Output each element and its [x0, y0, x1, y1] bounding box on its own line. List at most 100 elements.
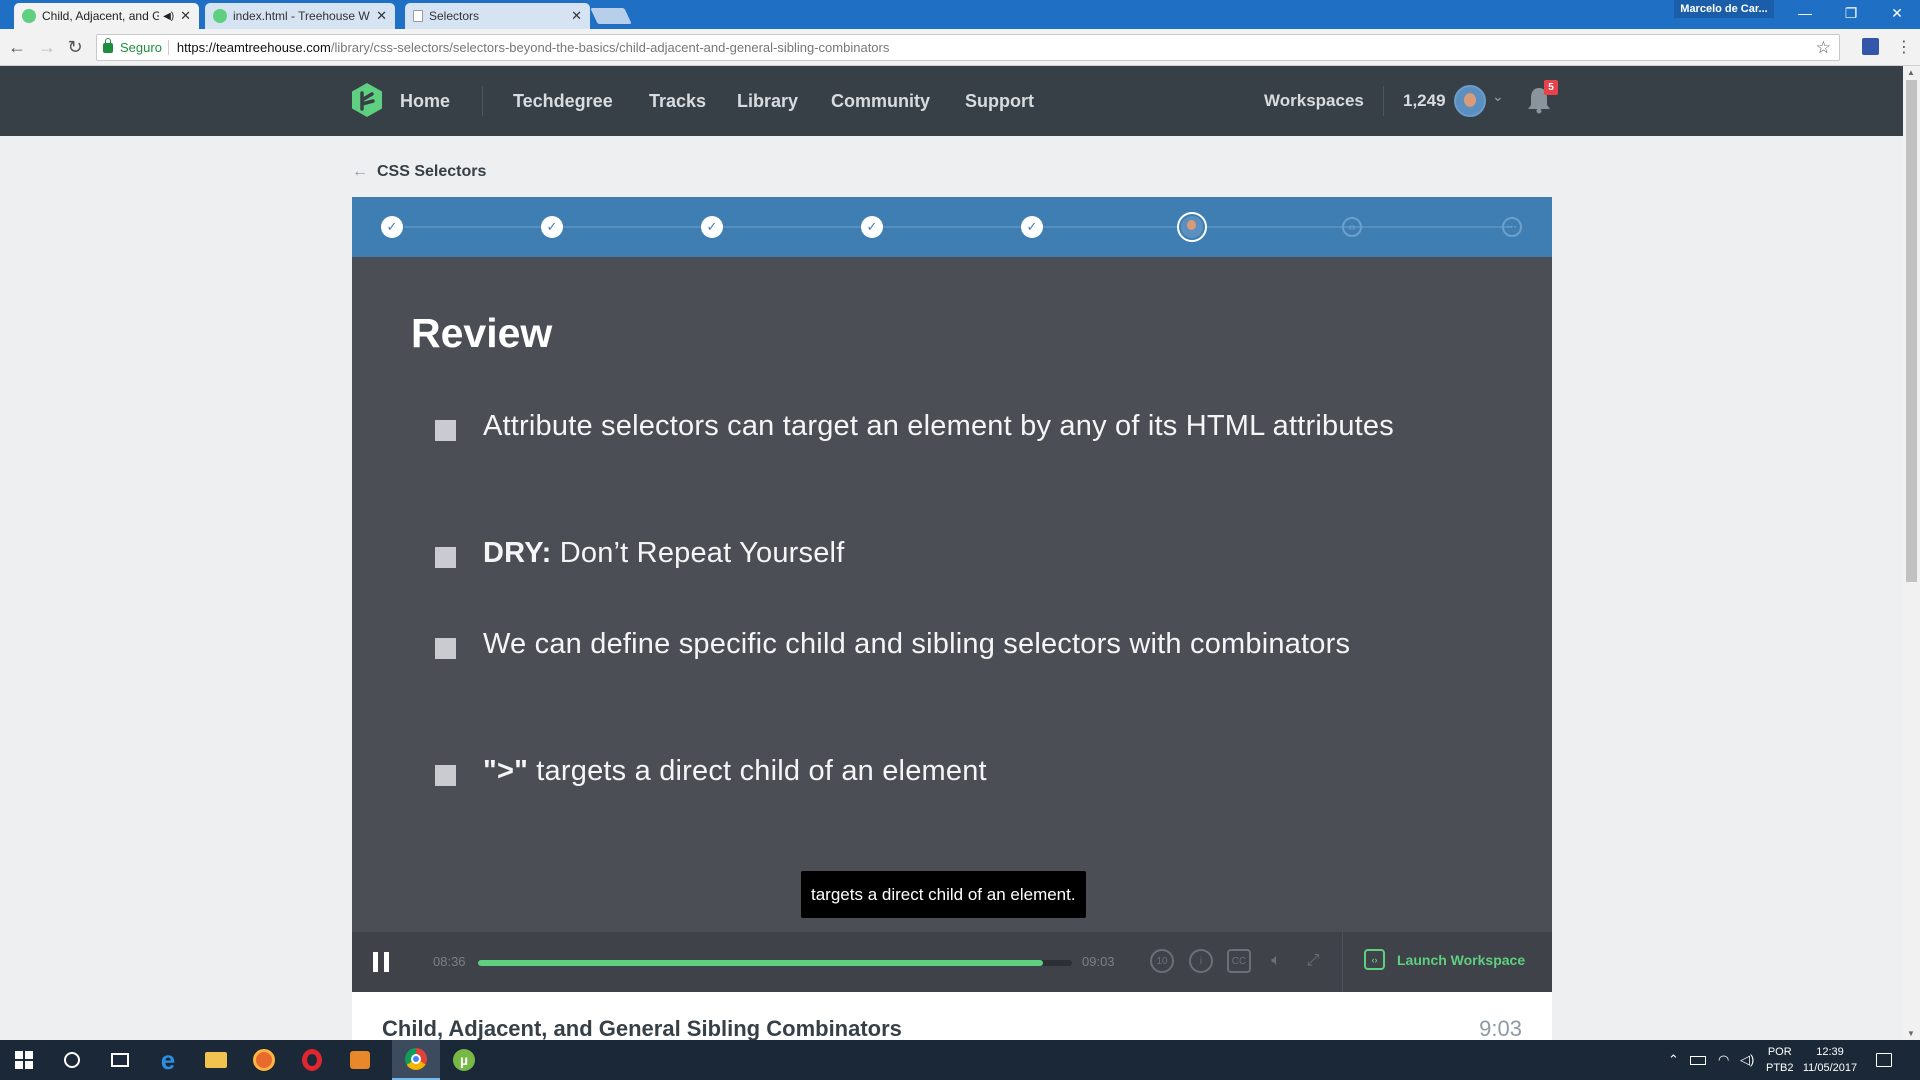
secure-label: Seguro: [120, 40, 162, 55]
chevron-down-icon[interactable]: ⌄: [1492, 88, 1504, 105]
minimize-icon[interactable]: —: [1782, 0, 1828, 26]
tab-close-icon[interactable]: ✕: [376, 8, 387, 24]
wifi-icon[interactable]: ◠: [1718, 1040, 1729, 1080]
language-primary: POR: [1767, 1046, 1792, 1058]
points-count[interactable]: 1,249: [1403, 66, 1446, 136]
firefox-icon[interactable]: [240, 1040, 288, 1080]
bullet-square-icon: [435, 765, 456, 786]
back-icon[interactable]: ←: [6, 36, 28, 58]
nav-workspaces[interactable]: Workspaces: [1264, 66, 1364, 136]
course-step-progress: ✓ ✓ ✓ ✓ ✓ ‹› ···: [352, 197, 1552, 257]
reload-icon[interactable]: ↻: [64, 36, 86, 58]
nav-tracks[interactable]: Tracks: [649, 66, 706, 136]
bullet-text: Attribute selectors can target an elemen…: [483, 410, 1394, 442]
task-view-icon[interactable]: [96, 1040, 144, 1080]
nav-techdegree[interactable]: Techdegree: [513, 66, 613, 136]
bullet-text: ">" targets a direct child of an element: [483, 755, 987, 787]
slide-title: Review: [411, 310, 553, 356]
extension-icon[interactable]: [1862, 38, 1879, 55]
windows-start-icon[interactable]: [0, 1040, 48, 1080]
treehouse-logo-icon[interactable]: [352, 83, 382, 117]
browser-titlebar: Child, Adjacent, and G ◀) ✕ index.html -…: [0, 0, 1920, 29]
step-3-complete[interactable]: ✓: [701, 216, 723, 238]
browser-menu-icon[interactable]: ⋮: [1896, 37, 1912, 57]
clock-date: 11/05/2017: [1802, 1062, 1858, 1074]
file-explorer-icon[interactable]: [192, 1040, 240, 1080]
tray-chevron-icon[interactable]: ⌃: [1668, 1040, 1679, 1080]
search-icon[interactable]: [48, 1040, 96, 1080]
video-player[interactable]: ✓ ✓ ✓ ✓ ✓ ‹› ··· Review Attribute select…: [352, 197, 1552, 992]
tab-close-icon[interactable]: ✕: [180, 8, 191, 24]
tab-title: index.html - Treehouse W: [233, 9, 370, 23]
rewind-10-icon[interactable]: 10: [1150, 949, 1174, 973]
tab-child-adjacent[interactable]: Child, Adjacent, and G ◀) ✕: [14, 3, 199, 29]
avatar[interactable]: [1454, 85, 1486, 117]
seek-bar-fill: [478, 960, 1043, 966]
language-secondary: PTB2: [1766, 1062, 1794, 1074]
closed-captions-icon[interactable]: CC: [1227, 949, 1251, 973]
close-window-icon[interactable]: ✕: [1874, 0, 1920, 26]
bullet-square-icon: [435, 638, 456, 659]
site-header: Home Techdegree Tracks Library Community…: [0, 66, 1903, 136]
nav-support[interactable]: Support: [965, 66, 1034, 136]
step-4-complete[interactable]: ✓: [861, 216, 883, 238]
step-7-workspace[interactable]: ‹›: [1342, 217, 1362, 237]
language-indicator[interactable]: POR PTB2: [1766, 1040, 1794, 1080]
nav-home[interactable]: Home: [400, 66, 450, 136]
bullet-text: DRY: Don’t Repeat Yourself: [483, 537, 845, 569]
page-favicon-icon: [413, 10, 423, 22]
action-center-icon[interactable]: [1876, 1040, 1892, 1080]
info-icon[interactable]: i: [1189, 949, 1213, 973]
seek-bar[interactable]: [478, 960, 1072, 966]
bullet-square-icon: [435, 420, 456, 441]
restore-icon[interactable]: ❐: [1828, 0, 1874, 26]
new-tab-button[interactable]: [590, 8, 632, 24]
scroll-up-icon[interactable]: ▲: [1907, 68, 1915, 77]
player-controls: 08:36 09:03 10 i CC 🔈︎ ⤢ ‹› Launch Works…: [352, 932, 1552, 992]
nav-divider: [1383, 86, 1384, 116]
profile-button[interactable]: Marcelo de Car...: [1674, 0, 1774, 18]
battery-icon[interactable]: [1690, 1040, 1706, 1080]
video-caption: targets a direct child of an element.: [801, 871, 1086, 918]
step-8-quiz[interactable]: ···: [1502, 217, 1522, 237]
treehouse-favicon-icon: [213, 9, 227, 23]
step-6-current[interactable]: [1177, 212, 1207, 242]
scroll-down-icon[interactable]: ▼: [1907, 1029, 1915, 1038]
nav-library[interactable]: Library: [737, 66, 798, 136]
launch-workspace-label: Launch Workspace: [1397, 951, 1526, 968]
bullet-square-icon: [435, 547, 456, 568]
tab-selectors[interactable]: Selectors ✕: [405, 3, 590, 29]
chrome-icon[interactable]: [392, 1040, 440, 1080]
tab-index-html[interactable]: index.html - Treehouse W ✕: [205, 3, 395, 29]
omnibox-divider: [167, 40, 169, 55]
volume-tray-icon[interactable]: ◁): [1740, 1040, 1754, 1080]
step-2-complete[interactable]: ✓: [541, 216, 563, 238]
bookmark-star-icon[interactable]: ☆: [1816, 38, 1831, 58]
media-player-icon[interactable]: [336, 1040, 384, 1080]
step-5-complete[interactable]: ✓: [1021, 216, 1043, 238]
url-input[interactable]: Seguro https://teamtreehouse.com/library…: [96, 34, 1840, 61]
windows-taskbar: e µ ⌃ ◠ ◁) POR PTB2 12:39 11/05/2017: [0, 1040, 1920, 1080]
fullscreen-icon[interactable]: ⤢: [1301, 949, 1325, 973]
pause-button[interactable]: [373, 952, 389, 972]
speaker-icon[interactable]: ◀): [163, 11, 174, 22]
volume-icon[interactable]: 🔈︎: [1264, 949, 1288, 973]
utorrent-icon[interactable]: µ: [440, 1040, 488, 1080]
back-arrow-icon[interactable]: ←: [352, 163, 368, 181]
opera-icon[interactable]: [288, 1040, 336, 1080]
step-1-complete[interactable]: ✓: [381, 216, 403, 238]
video-title: Child, Adjacent, and General Sibling Com…: [382, 1016, 902, 1041]
page-scrollbar[interactable]: ▲ ▼: [1903, 66, 1920, 1040]
edge-icon[interactable]: e: [144, 1040, 192, 1080]
clock-time: 12:39: [1816, 1046, 1844, 1058]
tab-close-icon[interactable]: ✕: [571, 8, 582, 24]
breadcrumb[interactable]: ← CSS Selectors: [352, 163, 486, 181]
launch-workspace-button[interactable]: ‹› Launch Workspace: [1364, 949, 1525, 970]
clock[interactable]: 12:39 11/05/2017: [1803, 1040, 1857, 1080]
forward-icon[interactable]: →: [36, 36, 58, 58]
tab-title: Selectors: [429, 9, 480, 23]
scroll-thumb[interactable]: [1906, 80, 1917, 582]
current-time: 08:36: [433, 954, 466, 969]
breadcrumb-label[interactable]: CSS Selectors: [377, 163, 486, 181]
nav-community[interactable]: Community: [831, 66, 930, 136]
